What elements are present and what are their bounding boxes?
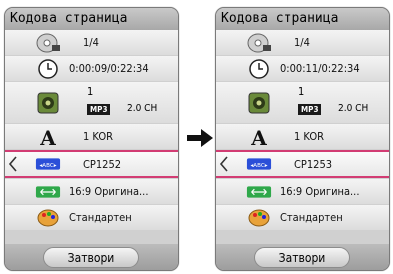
row-picture[interactable]: Стандартен xyxy=(5,205,178,230)
disc-icon xyxy=(35,32,61,54)
audio-channels: 2.0 CH xyxy=(338,103,369,114)
picture-value: Стандартен xyxy=(69,211,132,224)
speaker-icon xyxy=(35,92,61,114)
audio-channels: 2.0 CH xyxy=(127,103,158,114)
font-icon: A xyxy=(246,126,272,148)
time-value: 0:00:11/0:22:34 xyxy=(280,62,360,75)
chevron-left-icon[interactable] xyxy=(7,156,19,172)
on-screen-menu-left: Кодова страница 1/4 0:00:09/0:22:34 1 MP… xyxy=(4,7,179,271)
row-font[interactable]: A 1 KOR xyxy=(216,124,389,149)
svg-text:A: A xyxy=(250,126,267,148)
abc-icon: ◂ABC▸ xyxy=(246,153,272,175)
font-value: 1 KOR xyxy=(83,130,113,143)
row-picture[interactable]: Стандартен xyxy=(216,205,389,230)
audio-number: 1 xyxy=(87,85,94,98)
close-button[interactable]: Затвори xyxy=(43,247,139,268)
picture-value: Стандартен xyxy=(280,211,343,224)
font-value: 1 KOR xyxy=(294,130,324,143)
row-disc[interactable]: 1/4 xyxy=(216,30,389,55)
menu-footer: Затвори xyxy=(5,244,178,270)
ratio-value: 16:9 Оригина... xyxy=(280,185,360,198)
chevron-left-icon[interactable] xyxy=(218,156,230,172)
audio-codec-badge: MP3 xyxy=(298,104,322,115)
row-ratio[interactable]: 16:9 Оригина... xyxy=(5,179,178,204)
audio-number: 1 xyxy=(298,85,305,98)
clock-icon xyxy=(35,58,61,80)
on-screen-menu-right: Кодова страница 1/4 0:00:11/0:22:34 1 MP… xyxy=(215,7,390,271)
ratio-value: 16:9 Оригина... xyxy=(69,185,149,198)
speaker-icon xyxy=(246,92,272,114)
menu-title: Кодова страница xyxy=(5,8,178,30)
time-value: 0:00:09/0:22:34 xyxy=(69,62,149,75)
svg-text:A: A xyxy=(39,126,56,148)
disc-value: 1/4 xyxy=(83,36,99,49)
row-audio[interactable]: 1 MP3 2.0 CH xyxy=(216,82,389,123)
codepage-value: CP1253 xyxy=(294,157,333,171)
arrow-right-icon xyxy=(185,126,215,150)
row-time[interactable]: 0:00:09/0:22:34 xyxy=(5,56,178,81)
ratio-arrow-icon xyxy=(35,181,61,203)
clock-icon xyxy=(246,58,272,80)
abc-icon: ◂ABC▸ xyxy=(35,153,61,175)
row-font[interactable]: A 1 KOR xyxy=(5,124,178,149)
ratio-arrow-icon xyxy=(246,181,272,203)
palette-icon xyxy=(246,207,272,229)
svg-text:◂ABC▸: ◂ABC▸ xyxy=(40,163,57,169)
row-disc[interactable]: 1/4 xyxy=(5,30,178,55)
svg-text:◂ABC▸: ◂ABC▸ xyxy=(251,163,268,169)
palette-icon xyxy=(35,207,61,229)
row-codepage[interactable]: ◂ABC▸ CP1253 xyxy=(216,150,389,178)
disc-icon xyxy=(246,32,272,54)
codepage-value: CP1252 xyxy=(83,157,122,171)
menu-title: Кодова страница xyxy=(216,8,389,30)
menu-footer: Затвори xyxy=(216,244,389,270)
disc-value: 1/4 xyxy=(294,36,310,49)
row-audio[interactable]: 1 MP3 2.0 CH xyxy=(5,82,178,123)
row-time[interactable]: 0:00:11/0:22:34 xyxy=(216,56,389,81)
font-icon: A xyxy=(35,126,61,148)
audio-value: 1 MP3 2.0 CH xyxy=(294,82,384,123)
row-codepage[interactable]: ◂ABC▸ CP1252 xyxy=(5,150,178,178)
close-button[interactable]: Затвори xyxy=(254,247,350,268)
audio-value: 1 MP3 2.0 CH xyxy=(83,82,173,123)
audio-codec-badge: MP3 xyxy=(87,104,111,115)
row-ratio[interactable]: 16:9 Оригина... xyxy=(216,179,389,204)
